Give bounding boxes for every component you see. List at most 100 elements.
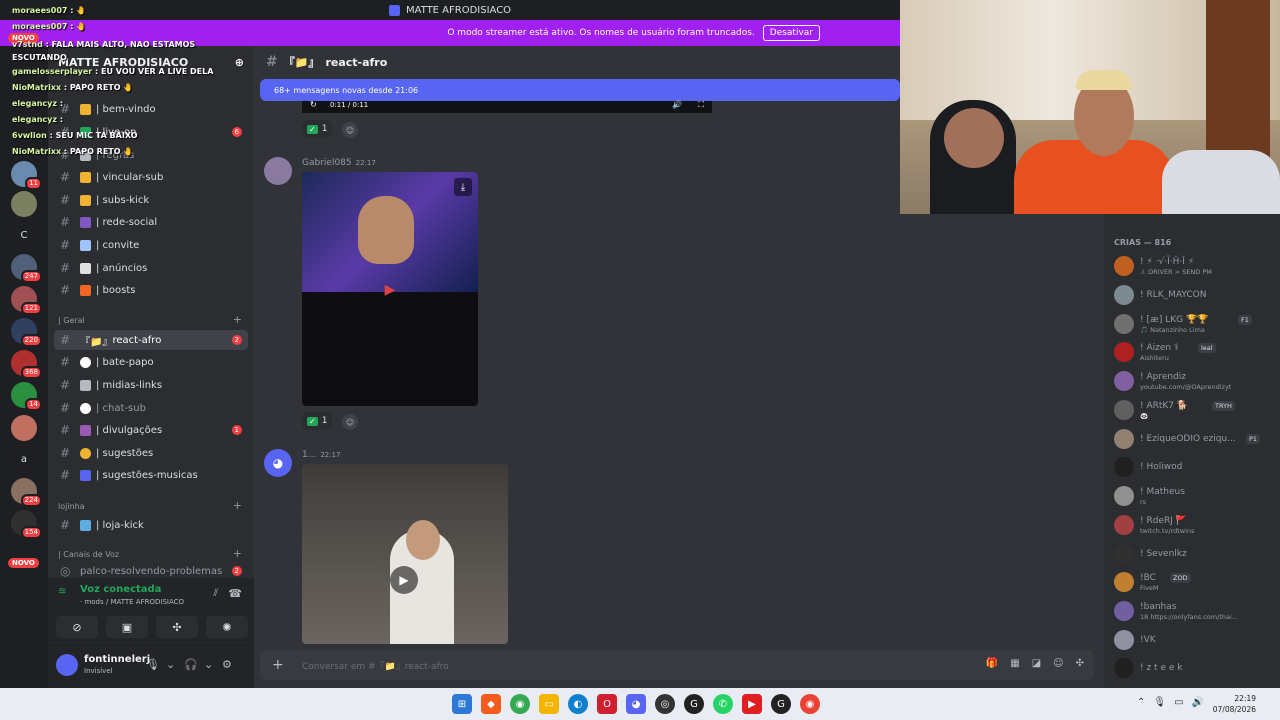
category-canais-de-voz[interactable]: | Canais de Voz <box>58 550 119 559</box>
video-app-icon[interactable]: ▶ <box>742 694 762 714</box>
download-icon[interactable]: ⤓ <box>454 178 472 196</box>
app-g-icon[interactable]: G <box>684 694 704 714</box>
emoji-icon[interactable]: ☺ <box>1053 658 1063 669</box>
gear-icon[interactable]: ⚙ <box>222 658 232 671</box>
channel-bate-papo[interactable]: # | bate-papo <box>54 352 248 372</box>
edge-icon[interactable]: ◐ <box>568 694 588 714</box>
camera-toggle-button[interactable]: ⊘ <box>56 616 98 638</box>
category-lojinha[interactable]: lojinha <box>58 502 85 511</box>
add-channel-icon[interactable]: + <box>233 499 242 512</box>
chevron-down-icon[interactable]: ⌄ <box>204 658 213 671</box>
disconnect-icon[interactable]: ☎ <box>228 587 242 600</box>
chevron-down-icon[interactable]: ⌄ <box>166 658 175 671</box>
member-item[interactable]: ! Matheus rs <box>1114 484 1278 508</box>
server-icon-10[interactable]: a <box>11 446 37 472</box>
discord-icon[interactable]: ◕ <box>626 694 646 714</box>
new-messages-bar[interactable]: 68+ mensagens novas desde 21:06 <box>260 79 900 101</box>
noise-suppression-icon[interactable]: ⫽ <box>214 588 218 599</box>
reaction-check[interactable]: ✓ 1 <box>302 120 333 138</box>
channel-divulgacoes[interactable]: # | divulgações 1 <box>54 420 248 440</box>
display-icon[interactable]: ▭ <box>1174 697 1183 708</box>
plus-icon[interactable]: + <box>272 657 292 673</box>
app-g2-icon[interactable]: G <box>771 694 791 714</box>
play-icon[interactable]: ▶ <box>376 276 404 304</box>
server-icon-11[interactable]: 224 <box>11 478 42 507</box>
member-item[interactable]: ! EziqueODIO eziqu... P1 <box>1114 427 1278 451</box>
replay-icon[interactable]: ↻ <box>310 100 317 109</box>
start-icon[interactable]: ⊞ <box>452 694 472 714</box>
channel-convite[interactable]: # | convite <box>54 235 248 255</box>
server-icon-9[interactable] <box>11 415 37 441</box>
discord-avatar-icon[interactable]: ◕ <box>264 449 292 477</box>
member-item[interactable]: !VK <box>1114 628 1278 652</box>
member-item[interactable]: ! RdeRJ 🚩 twitch.tv/rdtwins <box>1114 513 1278 537</box>
headphones-icon[interactable]: 🎧 <box>184 658 198 671</box>
channel-sugestoes-musicas[interactable]: # | sugestões-musicas <box>54 465 248 485</box>
server-icon-4[interactable]: 247 <box>11 254 42 283</box>
member-item[interactable]: ! z t e e k <box>1114 656 1278 680</box>
avatar[interactable] <box>56 654 78 676</box>
voice-channel-palco[interactable]: ◎ palco-resolvendo-problemas 2 <box>54 564 248 578</box>
taskbar-clock[interactable]: 22:19 07/08/2026 <box>1213 693 1256 715</box>
server-icon-2[interactable] <box>11 191 37 217</box>
obs-icon[interactable]: ◎ <box>655 694 675 714</box>
message-author[interactable]: 1... <box>302 450 316 460</box>
apps-icon[interactable]: ✣ <box>1076 658 1084 669</box>
channel-react-afro[interactable]: # 『📁』 react-afro 2 <box>54 330 248 350</box>
microphone-icon[interactable]: 🎙 <box>1153 697 1166 708</box>
server-icon-6[interactable]: 220 <box>11 318 42 347</box>
gif-icon[interactable]: ▦ <box>1010 658 1019 669</box>
channel-midias-links[interactable]: # | midias-links <box>54 375 248 395</box>
volume-icon[interactable]: 🔊 <box>1192 697 1204 708</box>
channel-sugestoes[interactable]: # | sugestões <box>54 443 248 463</box>
server-icon-3[interactable]: C <box>11 222 37 248</box>
channel-vincular-sub[interactable]: # | vincular-sub <box>54 167 248 187</box>
microphone-icon[interactable]: 🎙 <box>146 658 160 671</box>
member-item[interactable]: !BC FiveM ZOD <box>1114 570 1278 594</box>
play-icon[interactable]: ▶ <box>390 566 418 594</box>
add-member-icon[interactable]: ⊕ <box>235 56 244 69</box>
member-item[interactable]: ! Aizen ⚕ Aishiteru leal <box>1114 340 1278 364</box>
fullscreen-icon[interactable]: ⛶ <box>698 100 704 110</box>
add-channel-icon[interactable]: + <box>233 547 242 560</box>
add-reaction-icon[interactable]: ☺ <box>342 414 358 430</box>
reaction-check[interactable]: ✓ 1 <box>302 412 333 430</box>
member-item[interactable]: ! Sevenlkz <box>1114 542 1278 566</box>
opera-icon[interactable]: O <box>597 694 617 714</box>
message-composer[interactable]: + Conversar em #『📁』react-afro 🎁 ▦ ◪ ☺ ✣ <box>260 650 1094 680</box>
chevron-up-icon[interactable]: ⌃ <box>1137 697 1145 708</box>
gift-icon[interactable]: 🎁 <box>986 658 998 669</box>
server-icon-8[interactable]: 14 <box>11 382 42 411</box>
video-attachment[interactable]: ⤓ ▶ <box>302 172 478 406</box>
screen-share-button[interactable]: ▣ <box>106 616 148 638</box>
disable-streamer-mode-button[interactable]: Desativar <box>762 25 820 41</box>
category-geral[interactable]: | Geral <box>58 316 85 325</box>
avatar[interactable] <box>264 157 292 185</box>
message-author[interactable]: Gabriel085 <box>302 158 352 168</box>
brave-icon[interactable]: ◆ <box>481 694 501 714</box>
message-input[interactable]: Conversar em #『📁』react-afro <box>302 659 449 672</box>
channel-boosts[interactable]: # | boosts <box>54 280 248 300</box>
channel-chat-sub[interactable]: # | chat-sub <box>54 398 248 418</box>
folder-icon[interactable]: ▭ <box>539 694 559 714</box>
channel-loja-kick[interactable]: # | loja-kick <box>54 515 248 535</box>
video-attachment[interactable]: ▶ <box>302 464 508 644</box>
chrome-profile-icon[interactable]: ◉ <box>800 694 820 714</box>
channel-bem-vindo[interactable]: # | bem-vindo <box>54 99 248 119</box>
member-item[interactable]: ! Aprendiz youtube.com/@OAprendizyt <box>1114 369 1278 393</box>
member-item[interactable]: ! [æ] LKG 🏆🏆 🎵 Natanzinho Lima F1 <box>1114 312 1278 336</box>
volume-icon[interactable]: 🔊 <box>672 100 682 109</box>
server-icon-5[interactable]: 121 <box>11 286 42 315</box>
activities-button[interactable]: ✣ <box>156 616 198 638</box>
server-icon-7[interactable]: 368 <box>11 350 42 379</box>
username[interactable]: fontinnelerj <box>84 654 150 665</box>
member-item[interactable]: ! ARtK7 🐕 🐼 TRYH <box>1114 398 1278 422</box>
channel-anuncios[interactable]: # | anúncios <box>54 258 248 278</box>
voice-status[interactable]: Voz conectada <box>80 584 161 595</box>
member-item[interactable]: ! Holiwod <box>1114 455 1278 479</box>
member-item[interactable]: ! ⚡ ·√·Ĩ·Ĥ·Ĭ ⚡ .I. DRIVER > SEND PM <box>1114 254 1278 278</box>
channel-subs-kick[interactable]: # | subs-kick <box>54 190 248 210</box>
server-icon-1[interactable]: 11 <box>11 161 42 190</box>
sticker-icon[interactable]: ◪ <box>1032 658 1041 669</box>
channel-rede-social[interactable]: # | rede-social <box>54 212 248 232</box>
